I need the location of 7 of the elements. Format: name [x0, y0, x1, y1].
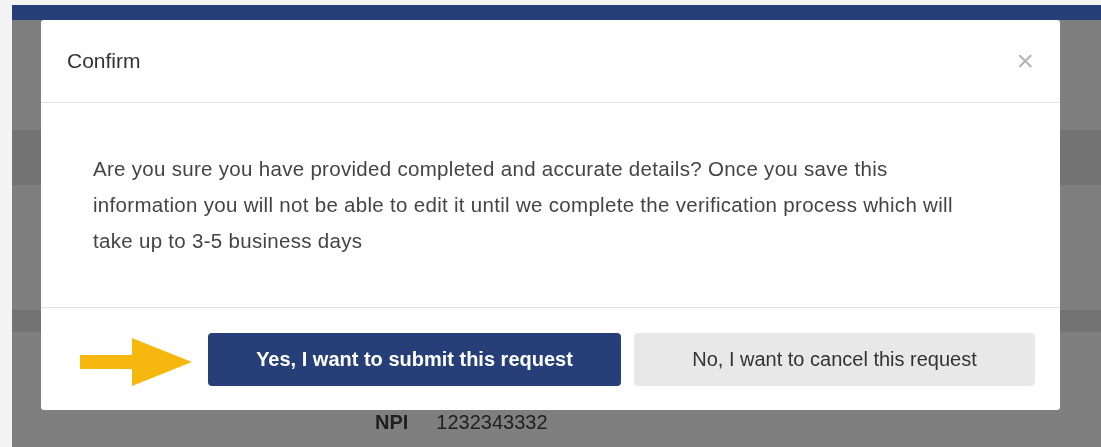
cancel-button[interactable]: No, I want to cancel this request [634, 332, 1035, 386]
field-label: NPI [375, 410, 409, 435]
submit-button[interactable]: Yes, I want to submit this request [208, 332, 621, 386]
arrow-icon [80, 338, 192, 386]
dialog-title: Confirm [67, 48, 141, 75]
confirmation-message: Are you sure you have provided completed and accurate details? Once you save this information you will not be able to edit it until we complete the verification process which will take up to 3-5 business days [93, 156, 954, 254]
field-value: 1232343332 [436, 410, 548, 435]
